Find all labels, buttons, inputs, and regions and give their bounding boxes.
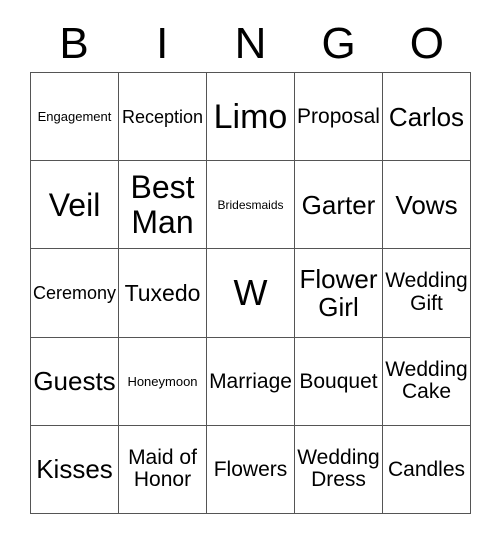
bingo-cell[interactable]: Wedding Cake xyxy=(383,337,471,426)
bingo-cell[interactable]: Kisses xyxy=(31,425,119,515)
bingo-cell-label: Maid of Honor xyxy=(128,445,197,492)
bingo-cell-label: W xyxy=(233,272,268,313)
bingo-cell[interactable]: Bouquet xyxy=(295,337,383,426)
header-letter-g: G xyxy=(321,19,356,68)
header-letter-n: N xyxy=(234,19,267,68)
bingo-cell[interactable]: Maid of Honor xyxy=(119,425,207,515)
bingo-cell-label: Flower Girl xyxy=(299,263,378,322)
bingo-cell-label: Proposal xyxy=(297,105,380,129)
bingo-cell[interactable]: Flower Girl xyxy=(295,249,383,338)
bingo-cell[interactable]: Veil xyxy=(31,161,119,250)
bingo-row: Ceremony Tuxedo W Flower Girl Wedding Gi… xyxy=(31,249,471,338)
bingo-cell-label: Honeymoon xyxy=(127,373,198,389)
bingo-cell[interactable]: Vows xyxy=(383,161,471,250)
bingo-cell-label: Bridesmaids xyxy=(217,197,284,212)
header-letter-i: I xyxy=(156,19,169,68)
bingo-cell-label: Flowers xyxy=(213,457,288,481)
bingo-row: Guests Honeymoon Marriage Bouquet Weddin… xyxy=(31,337,471,426)
bingo-cell[interactable]: Bridesmaids xyxy=(207,161,295,250)
bingo-cell-label: Reception xyxy=(121,106,204,127)
bingo-cell[interactable]: Proposal xyxy=(295,73,383,162)
bingo-cell-label: Kisses xyxy=(36,454,113,485)
bingo-row: Kisses Maid of Honor Flowers Wedding Dre… xyxy=(31,425,471,515)
bingo-grid: Engagement Reception Limo Proposal Carlo… xyxy=(30,72,471,515)
bingo-card: B I N G O Engagement Reception Limo Prop… xyxy=(0,0,500,544)
bingo-cell-label: Candles xyxy=(387,457,466,481)
bingo-cell-label: Garter xyxy=(301,189,376,220)
bingo-cell[interactable]: Engagement xyxy=(31,73,119,162)
bingo-cell-label: Tuxedo xyxy=(124,279,201,306)
bingo-cell[interactable]: Guests xyxy=(31,337,119,426)
bingo-cell[interactable]: Best Man xyxy=(119,161,207,250)
bingo-cell-label: Best Man xyxy=(130,169,195,240)
bingo-cell-label: Marriage xyxy=(209,369,292,393)
bingo-cell-label: Vows xyxy=(395,189,458,220)
bingo-cell-label: Wedding Cake xyxy=(385,357,468,404)
bingo-cell-label: Wedding Gift xyxy=(385,269,468,315)
bingo-cell[interactable]: Limo xyxy=(207,73,295,162)
bingo-cell[interactable]: Honeymoon xyxy=(119,337,207,426)
header-letter-o: O xyxy=(409,19,444,68)
bingo-cell-label: Carlos xyxy=(388,101,465,132)
header-letter-b: B xyxy=(59,19,89,68)
bingo-cell-free-space[interactable]: W xyxy=(207,249,295,338)
bingo-row: Veil Best Man Bridesmaids Garter Vows xyxy=(31,161,471,250)
bingo-cell[interactable]: Marriage xyxy=(207,337,295,426)
bingo-row: Engagement Reception Limo Proposal Carlo… xyxy=(31,73,471,162)
bingo-header: B I N G O xyxy=(30,16,471,72)
bingo-cell[interactable]: Ceremony xyxy=(31,249,119,338)
bingo-cell-label: Limo xyxy=(213,97,288,136)
bingo-cell[interactable]: Wedding Gift xyxy=(383,249,471,338)
bingo-cell[interactable]: Tuxedo xyxy=(119,249,207,338)
bingo-cell-label: Wedding Dress xyxy=(297,445,380,492)
bingo-cell[interactable]: Garter xyxy=(295,161,383,250)
bingo-cell-label: Veil xyxy=(48,186,101,223)
bingo-cell-label: Engagement xyxy=(37,109,112,125)
bingo-cell[interactable]: Reception xyxy=(119,73,207,162)
bingo-cell[interactable]: Candles xyxy=(383,425,471,515)
bingo-cell[interactable]: Wedding Dress xyxy=(295,425,383,515)
bingo-cell[interactable]: Carlos xyxy=(383,73,471,162)
bingo-cell[interactable]: Flowers xyxy=(207,425,295,515)
bingo-cell-label: Guests xyxy=(33,366,116,397)
bingo-cell-label: Ceremony xyxy=(32,283,117,303)
bingo-cell-label: Bouquet xyxy=(299,369,378,393)
